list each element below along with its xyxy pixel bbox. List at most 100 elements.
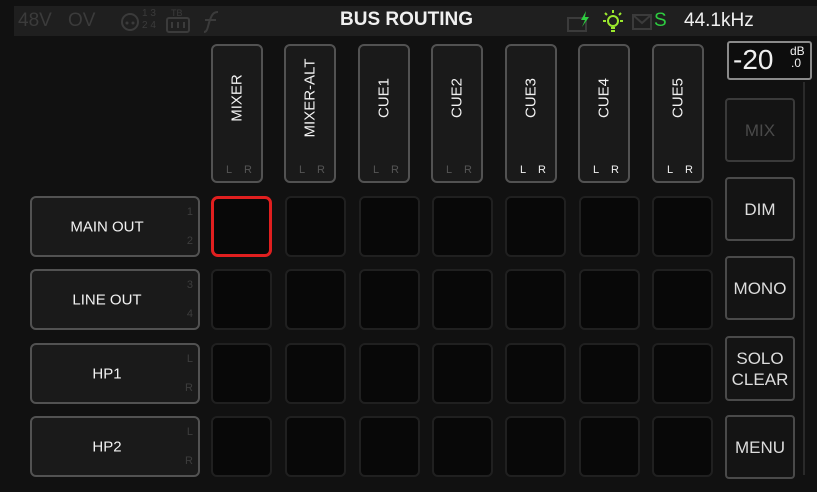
channel-right: R — [538, 164, 546, 176]
route-cell[interactable] — [652, 196, 713, 257]
mix-button[interactable]: MIX — [725, 98, 795, 162]
phantom-power-indicator: 48V — [18, 10, 52, 31]
column-header-mixer[interactable]: MIXER L R — [211, 44, 263, 183]
channel-right: R — [611, 164, 619, 176]
column-lr-channels: LR — [446, 164, 472, 176]
route-cell[interactable] — [432, 416, 493, 477]
route-cell[interactable] — [579, 416, 640, 477]
lightbulb-icon — [603, 10, 623, 32]
route-cell[interactable] — [652, 269, 713, 330]
bus-routing-screen: 48V OV 1 3 2 4 TB BUS ROUTING S 44.1kHz … — [0, 0, 817, 492]
column-header-mixer-alt[interactable]: MIXER-ALT L R — [284, 44, 336, 183]
column-lr-channels: LR — [520, 164, 546, 176]
route-cell[interactable] — [505, 269, 566, 330]
sync-indicator: S — [654, 10, 667, 31]
column-label: MIXER — [228, 74, 246, 122]
status-bar: 48V OV 1 3 2 4 TB BUS ROUTING S 44.1kHz — [14, 6, 817, 36]
column-label: CUE1 — [375, 77, 393, 119]
row-channel-1: 3 — [186, 279, 193, 291]
channel-right: R — [391, 164, 399, 176]
row-header-main-out[interactable]: MAIN OUT 1 2 — [30, 196, 200, 257]
side-button-label: MENU — [734, 437, 786, 457]
channel-left: L — [373, 164, 380, 176]
route-cell[interactable] — [285, 343, 346, 404]
level-display[interactable]: -20 dB .0 — [727, 41, 812, 80]
row-channel-2: R — [185, 382, 193, 394]
solo-clear-button[interactable]: SOLO CLEAR — [725, 336, 795, 401]
dim-button[interactable]: DIM — [725, 177, 795, 241]
level-decimal: .0 — [791, 56, 802, 70]
channel-right: R — [317, 164, 325, 176]
column-header-cue5[interactable]: CUE5 L R — [652, 44, 704, 183]
route-cell[interactable] — [432, 196, 493, 257]
column-lr-channels: LR — [593, 164, 619, 176]
route-cell[interactable] — [285, 196, 346, 257]
row-channel-2: 2 — [186, 235, 193, 247]
fx-icon — [203, 11, 219, 33]
channel-right: R — [464, 164, 472, 176]
channel-left: L — [446, 164, 453, 176]
column-lr-channels: LR — [299, 164, 325, 176]
battery-charging-icon — [567, 11, 589, 32]
route-cell[interactable] — [211, 343, 272, 404]
row-header-line-out[interactable]: LINE OUT 3 4 — [30, 269, 200, 330]
route-cell[interactable] — [652, 343, 713, 404]
route-cell[interactable] — [505, 416, 566, 477]
route-cell[interactable] — [579, 196, 640, 257]
column-header-cue4[interactable]: CUE4 L R — [578, 44, 630, 183]
channel-right: R — [685, 164, 693, 176]
route-cell[interactable] — [285, 416, 346, 477]
route-cell[interactable] — [432, 343, 493, 404]
column-header-cue1[interactable]: CUE1 L R — [358, 44, 410, 183]
side-button-label: SOLO CLEAR — [731, 348, 789, 389]
column-lr-channels: LR — [667, 164, 693, 176]
column-label: CUE4 — [595, 77, 613, 119]
channel-left: L — [226, 164, 233, 176]
route-cell[interactable] — [359, 196, 420, 257]
route-cell[interactable] — [359, 343, 420, 404]
column-lr-channels: LR — [226, 164, 252, 176]
route-cell[interactable] — [211, 196, 272, 257]
column-lr-channels: LR — [373, 164, 399, 176]
route-cell[interactable] — [211, 416, 272, 477]
row-label: HP1 — [92, 365, 122, 382]
row-channel-2: 4 — [186, 308, 193, 320]
route-cell[interactable] — [285, 269, 346, 330]
row-header-hp1[interactable]: HP1 L R — [30, 343, 200, 404]
route-cell[interactable] — [652, 416, 713, 477]
column-header-cue2[interactable]: CUE2 L R — [431, 44, 483, 183]
side-button-label: MIX — [744, 120, 776, 140]
route-cell[interactable] — [579, 343, 640, 404]
level-meter-track — [803, 82, 805, 475]
row-channel-1: L — [186, 426, 193, 438]
route-cell[interactable] — [579, 269, 640, 330]
menu-button[interactable]: MENU — [725, 415, 795, 479]
channel-right: R — [244, 164, 252, 176]
channel-digits-bottom: 2 4 — [142, 20, 156, 31]
row-label: HP2 — [92, 438, 122, 455]
route-cell[interactable] — [432, 269, 493, 330]
row-header-hp2[interactable]: HP2 L R — [30, 416, 200, 477]
sample-rate: 44.1kHz — [684, 10, 754, 31]
overload-indicator: OV — [68, 10, 96, 31]
row-label: MAIN OUT — [70, 218, 144, 235]
channel-left: L — [667, 164, 674, 176]
route-cell[interactable] — [211, 269, 272, 330]
row-label: LINE OUT — [72, 291, 142, 308]
route-cell[interactable] — [359, 416, 420, 477]
route-cell[interactable] — [359, 269, 420, 330]
level-value: -20 — [733, 44, 774, 75]
column-header-cue3[interactable]: CUE3 L R — [505, 44, 557, 183]
channel-left: L — [593, 164, 600, 176]
route-cell[interactable] — [505, 196, 566, 257]
talkback-mic-icon — [166, 17, 190, 33]
column-label: CUE3 — [522, 77, 540, 119]
column-label: MIXER-ALT — [301, 58, 319, 138]
side-button-label: MONO — [733, 278, 787, 298]
mono-button[interactable]: MONO — [725, 256, 795, 320]
row-channel-1: L — [186, 353, 193, 365]
route-cell[interactable] — [505, 343, 566, 404]
row-channel-2: R — [185, 455, 193, 467]
channel-left: L — [299, 164, 306, 176]
mail-icon — [632, 14, 652, 30]
